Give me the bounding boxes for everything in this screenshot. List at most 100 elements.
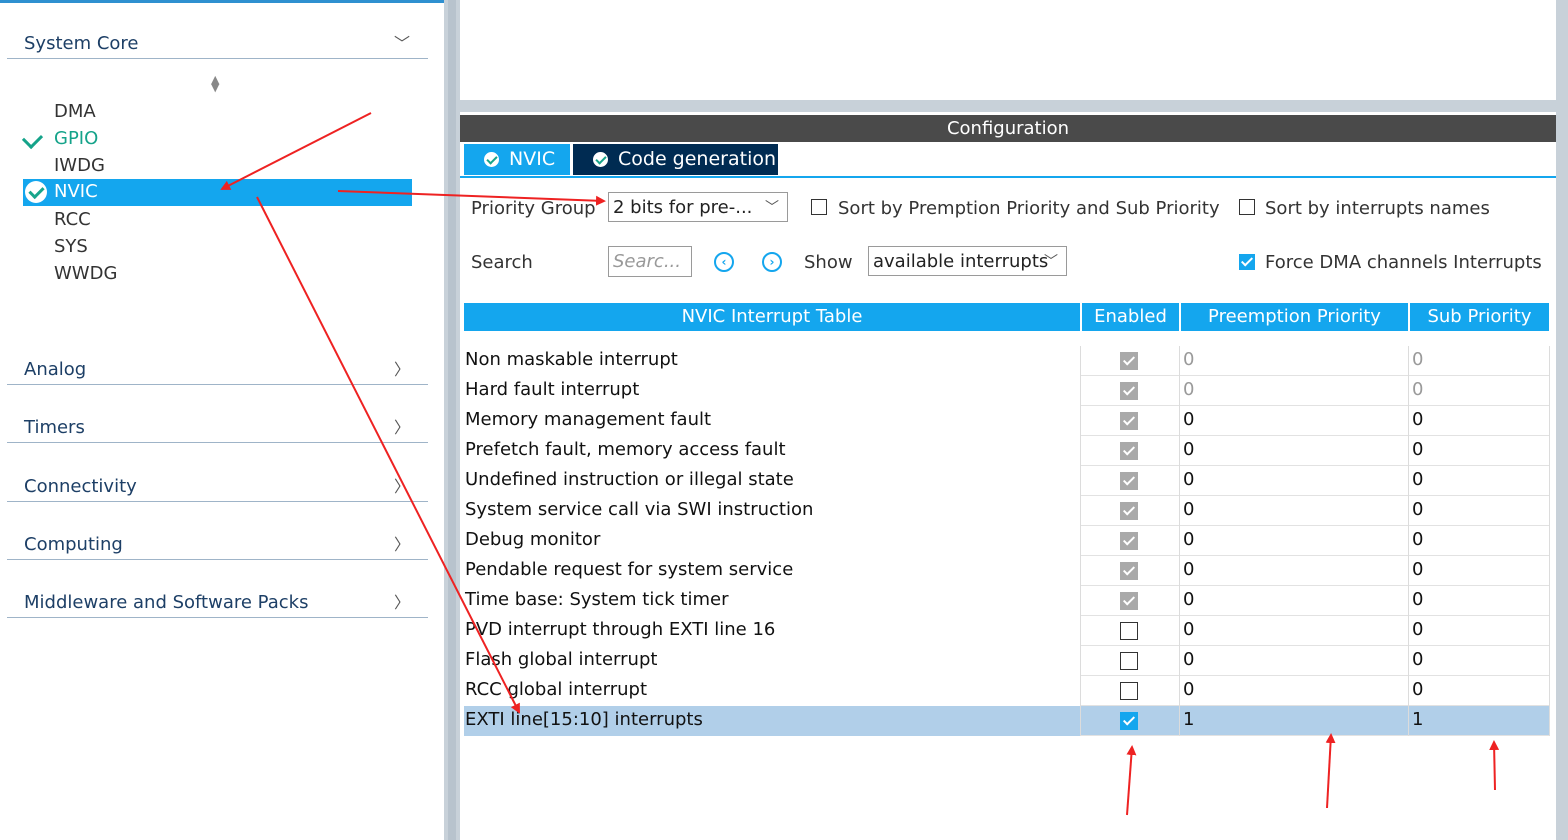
interrupt-name: Pendable request for system service xyxy=(465,559,794,580)
sidebar-item-wwdg[interactable]: WWDG xyxy=(54,263,117,284)
table-row[interactable]: PVD interrupt through EXTI line 16 0 0 xyxy=(464,616,1549,646)
table-row[interactable]: Non maskable interrupt 0 0 xyxy=(464,346,1549,376)
sidebar-top-border xyxy=(0,0,444,3)
preemption-priority-value[interactable]: 0 xyxy=(1183,559,1194,580)
category-system-core[interactable]: System Core ﹀ xyxy=(7,28,428,59)
sub-priority-value[interactable]: 0 xyxy=(1412,439,1423,460)
column-header-sub-priority[interactable]: Sub Priority xyxy=(1410,303,1549,331)
enabled-checkbox[interactable] xyxy=(1120,652,1138,670)
table-row[interactable]: Undefined instruction or illegal state 0 0 xyxy=(464,466,1549,496)
panel-splitter-handle[interactable] xyxy=(448,0,456,840)
table-row[interactable]: Prefetch fault, memory access fault 0 0 xyxy=(464,436,1549,466)
enabled-checkbox[interactable] xyxy=(1120,712,1138,730)
sub-priority-value[interactable]: 0 xyxy=(1412,649,1423,670)
category-connectivity[interactable]: Connectivity 〉 xyxy=(7,471,428,502)
table-row[interactable]: Debug monitor 0 0 xyxy=(464,526,1549,556)
preemption-priority-value[interactable]: 0 xyxy=(1183,349,1194,370)
column-header-enabled[interactable]: Enabled xyxy=(1082,303,1179,331)
preemption-priority-value[interactable]: 0 xyxy=(1183,649,1194,670)
table-row[interactable]: Memory management fault 0 0 xyxy=(464,406,1549,436)
preemption-priority-value[interactable]: 0 xyxy=(1183,379,1194,400)
interrupt-name: EXTI line[15:10] interrupts xyxy=(465,709,703,730)
column-header-interrupt[interactable]: NVIC Interrupt Table xyxy=(464,303,1080,331)
sort-premption-checkbox[interactable] xyxy=(811,199,827,215)
enabled-checkbox[interactable] xyxy=(1120,622,1138,640)
sub-priority-value[interactable]: 0 xyxy=(1412,679,1423,700)
preemption-priority-value[interactable]: 0 xyxy=(1183,409,1194,430)
interrupt-name: Debug monitor xyxy=(465,529,601,550)
tab-nvic[interactable]: NVIC xyxy=(464,144,570,175)
annotation-arrow xyxy=(1325,733,1336,809)
table-row[interactable]: System service call via SWI instruction 0… xyxy=(464,496,1549,526)
tab-code-generation[interactable]: Code generation xyxy=(573,144,778,175)
sub-priority-value[interactable]: 0 xyxy=(1412,379,1423,400)
preemption-priority-value[interactable]: 0 xyxy=(1183,439,1194,460)
interrupt-name: Prefetch fault, memory access fault xyxy=(465,439,786,460)
sidebar-item-label: NVIC xyxy=(54,181,98,202)
chevron-down-icon: ﹀ xyxy=(393,34,410,53)
category-analog[interactable]: Analog 〉 xyxy=(7,354,428,385)
force-dma-checkbox[interactable] xyxy=(1239,254,1255,270)
sub-priority-value[interactable]: 0 xyxy=(1412,499,1423,520)
sub-priority-value[interactable]: 1 xyxy=(1412,709,1423,730)
sidebar-item-iwdg[interactable]: IWDG xyxy=(54,155,105,176)
enabled-checkbox xyxy=(1120,562,1138,580)
enabled-checkbox xyxy=(1120,382,1138,400)
sub-priority-value[interactable]: 0 xyxy=(1412,619,1423,640)
preemption-priority-value[interactable]: 0 xyxy=(1183,589,1194,610)
chevron-right-icon: 〉 xyxy=(393,593,410,612)
search-prev-icon[interactable]: ‹ xyxy=(714,252,734,272)
preemption-priority-value[interactable]: 1 xyxy=(1183,709,1194,730)
annotation-arrow xyxy=(1489,740,1500,791)
category-timers[interactable]: Timers 〉 xyxy=(7,412,428,443)
preemption-priority-value[interactable]: 0 xyxy=(1183,469,1194,490)
sub-priority-value[interactable]: 0 xyxy=(1412,349,1423,370)
table-row[interactable]: Flash global interrupt 0 0 xyxy=(464,646,1549,676)
search-input[interactable]: Searc... xyxy=(608,246,692,277)
tab-label: NVIC xyxy=(509,148,556,170)
enabled-checkbox xyxy=(1120,502,1138,520)
scroll-grip-icon[interactable]: ▲ ▼ xyxy=(211,74,219,93)
show-select[interactable]: available interrupts ﹀ xyxy=(868,246,1067,276)
sort-names-checkbox[interactable] xyxy=(1239,199,1255,215)
check-circle-icon xyxy=(484,152,499,167)
priority-group-select[interactable]: 2 bits for pre-... ﹀ xyxy=(608,192,788,222)
sidebar-item-nvic[interactable]: NVIC xyxy=(23,179,412,206)
preemption-priority-value[interactable]: 0 xyxy=(1183,499,1194,520)
sidebar-item-dma[interactable]: DMA xyxy=(54,101,96,122)
horizontal-splitter[interactable] xyxy=(460,100,1556,112)
preemption-priority-value[interactable]: 0 xyxy=(1183,529,1194,550)
sub-priority-value[interactable]: 0 xyxy=(1412,589,1423,610)
sub-priority-value[interactable]: 0 xyxy=(1412,469,1423,490)
table-row[interactable]: Hard fault interrupt 0 0 xyxy=(464,376,1549,406)
sub-priority-value[interactable]: 0 xyxy=(1412,409,1423,430)
sidebar-item-sys[interactable]: SYS xyxy=(54,236,88,257)
table-row[interactable]: RCC global interrupt 0 0 xyxy=(464,676,1549,706)
sub-priority-value[interactable]: 0 xyxy=(1412,559,1423,580)
category-middleware[interactable]: Middleware and Software Packs 〉 xyxy=(7,587,428,618)
search-next-icon[interactable]: › xyxy=(762,252,782,272)
table-row[interactable]: Time base: System tick timer 0 0 xyxy=(464,586,1549,616)
category-label: Connectivity xyxy=(24,476,137,497)
enabled-checkbox xyxy=(1120,532,1138,550)
enabled-checkbox[interactable] xyxy=(1120,682,1138,700)
enabled-checkbox xyxy=(1120,592,1138,610)
configuration-title: Configuration xyxy=(460,115,1556,142)
sub-priority-value[interactable]: 0 xyxy=(1412,529,1423,550)
sidebar-item-rcc[interactable]: RCC xyxy=(54,209,91,230)
preemption-priority-value[interactable]: 0 xyxy=(1183,619,1194,640)
column-header-preemption[interactable]: Preemption Priority xyxy=(1181,303,1408,331)
table-row[interactable]: EXTI line[15:10] interrupts 1 1 xyxy=(464,706,1549,736)
interrupt-name: PVD interrupt through EXTI line 16 xyxy=(465,619,776,640)
chevron-right-icon: 〉 xyxy=(393,477,410,496)
category-computing[interactable]: Computing 〉 xyxy=(7,529,428,560)
tab-label: Code generation xyxy=(618,148,777,170)
category-label: Computing xyxy=(24,534,123,555)
sidebar-item-gpio[interactable]: GPIO xyxy=(54,128,98,149)
table-row[interactable]: Pendable request for system service 0 0 xyxy=(464,556,1549,586)
sort-names-label: Sort by interrupts names xyxy=(1265,198,1490,219)
enabled-checkbox xyxy=(1120,412,1138,430)
column-divider xyxy=(1408,346,1409,736)
preemption-priority-value[interactable]: 0 xyxy=(1183,679,1194,700)
chevron-right-icon: 〉 xyxy=(393,418,410,437)
